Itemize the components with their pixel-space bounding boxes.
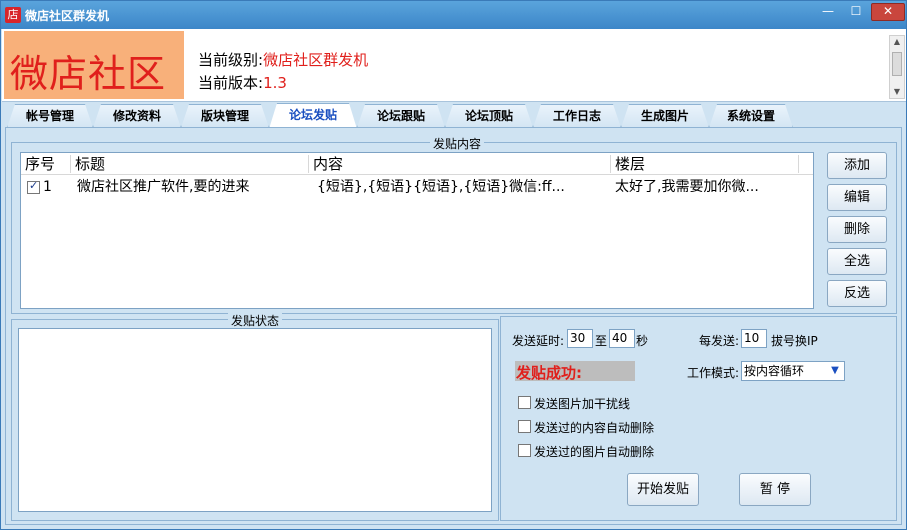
logo: 微店社区: [4, 31, 184, 99]
per-send-label: 每发送:: [699, 334, 740, 348]
delay-min-input[interactable]: 30: [567, 329, 593, 348]
option-checkbox[interactable]: [518, 444, 531, 457]
option-checkbox[interactable]: [518, 396, 531, 409]
delay-to-label: 至: [595, 334, 608, 348]
header-scrollbar[interactable]: ▲ ▼: [889, 35, 905, 99]
row-floor: 太好了,我需要加你微...: [615, 179, 759, 195]
title-bar[interactable]: 店 微店社区群发机 — ☐ ✕: [1, 1, 906, 29]
main-window: 店 微店社区群发机 — ☐ ✕ 微店社区 当前级别:微店社区群发机 当前版本:1…: [0, 0, 907, 530]
level-value: 微店社区群发机: [263, 51, 369, 69]
option-label: 发送过的图片自动删除: [534, 445, 655, 459]
post-content-title: 发贴内容: [430, 135, 485, 152]
select-all-button[interactable]: 全选: [827, 248, 887, 275]
tab-forum-bump[interactable]: 论坛顶贴: [445, 104, 533, 128]
delay-unit-label: 秒: [636, 334, 649, 348]
tab-content: 发贴内容 序号 标题 内容 楼层 1 微店社区推广软件,要的进来 {短语},{短…: [5, 127, 902, 525]
close-button[interactable]: ✕: [871, 3, 905, 21]
pause-button[interactable]: 暂 停: [739, 473, 811, 506]
delete-button[interactable]: 删除: [827, 216, 887, 243]
post-status-title: 发贴状态: [228, 312, 283, 329]
tab-settings[interactable]: 系统设置: [709, 104, 793, 128]
row-checkbox[interactable]: [27, 179, 40, 194]
post-table[interactable]: 序号 标题 内容 楼层 1 微店社区推广软件,要的进来 {短语},{短语}{短语…: [20, 152, 814, 309]
option-label: 发送过的内容自动删除: [534, 421, 655, 435]
minimize-button[interactable]: —: [815, 3, 841, 21]
level-label: 当前级别:: [198, 51, 264, 69]
app-icon: 店: [5, 7, 21, 23]
success-label: 发贴成功:: [516, 364, 582, 382]
delay-max-input[interactable]: 40: [609, 329, 635, 348]
tab-edit-profile[interactable]: 修改资料: [93, 104, 181, 128]
column-header-content[interactable]: 内容: [309, 155, 611, 173]
scroll-up-icon[interactable]: ▲: [890, 36, 904, 48]
start-post-button[interactable]: 开始发贴: [627, 473, 699, 506]
work-mode-value: 按内容循环: [744, 364, 805, 378]
column-header-index[interactable]: 序号: [21, 155, 71, 173]
row-content: {短语},{短语}{短语},{短语}微信:ff...: [317, 179, 565, 195]
header-panel: 微店社区 当前级别:微店社区群发机 当前版本:1.3 ▲ ▼: [2, 29, 906, 102]
option-label: 发送图片加干扰线: [534, 397, 631, 411]
post-status-log[interactable]: [18, 328, 492, 512]
tab-forum-post[interactable]: 论坛发贴: [269, 103, 357, 129]
work-mode-label: 工作模式:: [687, 366, 740, 380]
current-level: 当前级别:微店社区群发机: [198, 49, 368, 70]
option-checkbox[interactable]: [518, 420, 531, 433]
maximize-button[interactable]: ☐: [843, 3, 869, 21]
work-mode-select[interactable]: 按内容循环 ▼: [741, 361, 845, 381]
tab-account[interactable]: 帐号管理: [7, 104, 93, 128]
tab-bar: 帐号管理 修改资料 版块管理 论坛发贴 论坛跟贴 论坛顶贴 工作日志 生成图片 …: [7, 104, 902, 128]
version-label: 当前版本:: [198, 74, 264, 92]
logo-text: 微店社区: [10, 52, 167, 96]
invert-selection-button[interactable]: 反选: [827, 280, 887, 307]
scroll-thumb[interactable]: [892, 52, 902, 76]
tab-work-log[interactable]: 工作日志: [533, 104, 621, 128]
row-title: 微店社区推广软件,要的进来: [77, 179, 250, 195]
add-button[interactable]: 添加: [827, 152, 887, 179]
column-header-title[interactable]: 标题: [71, 155, 309, 173]
tab-generate-image[interactable]: 生成图片: [621, 104, 709, 128]
delay-label: 发送延时:: [512, 334, 565, 348]
table-header: 序号 标题 内容 楼层: [21, 153, 813, 175]
per-send-suffix: 拔号换IP: [771, 334, 818, 348]
per-send-input[interactable]: 10: [741, 329, 767, 348]
window-title: 微店社区群发机: [25, 9, 110, 23]
chevron-down-icon[interactable]: ▼: [828, 363, 842, 379]
scroll-down-icon[interactable]: ▼: [890, 86, 904, 98]
row-index: 1: [43, 179, 52, 195]
column-header-floor[interactable]: 楼层: [611, 155, 799, 173]
edit-button[interactable]: 编辑: [827, 184, 887, 211]
current-version: 当前版本:1.3: [198, 72, 287, 93]
version-value: 1.3: [263, 74, 287, 92]
tab-board[interactable]: 版块管理: [181, 104, 269, 128]
table-row[interactable]: 1 微店社区推广软件,要的进来 {短语},{短语}{短语},{短语}微信:ff.…: [21, 177, 813, 197]
tab-forum-reply[interactable]: 论坛跟贴: [357, 104, 445, 128]
